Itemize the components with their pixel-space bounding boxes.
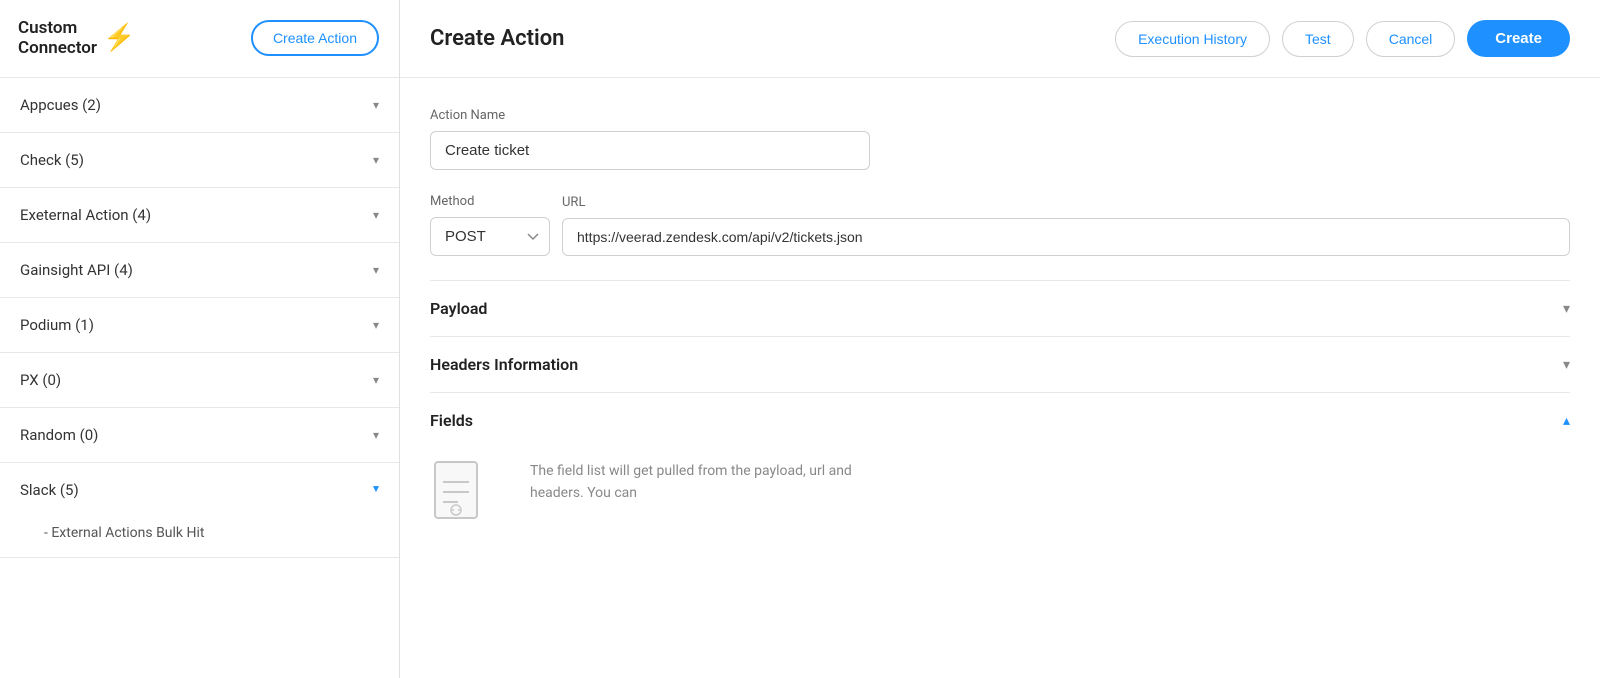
header-actions: Execution History Test Cancel Create	[1115, 20, 1570, 57]
url-group: URL	[562, 195, 1570, 256]
chevron-down-icon: ▾	[373, 263, 379, 277]
sidebar-item-check-header[interactable]: Check (5) ▾	[0, 133, 399, 187]
sidebar-item-appcues-header[interactable]: Appcues (2) ▾	[0, 78, 399, 132]
empty-document-icon	[430, 460, 490, 530]
chevron-down-icon: ▾	[373, 318, 379, 332]
sidebar-item-exeternal-action-header[interactable]: Exeternal Action (4) ▾	[0, 188, 399, 242]
action-name-label: Action Name	[430, 108, 1570, 123]
sidebar-item-slack-header[interactable]: Slack (5) ▴	[0, 463, 399, 517]
fields-hint-text: The field list will get pulled from the …	[530, 450, 890, 505]
chevron-down-icon: ▾	[373, 98, 379, 112]
main-header: Create Action Execution History Test Can…	[400, 0, 1600, 78]
sidebar-item-slack-label: Slack (5)	[20, 481, 79, 499]
sidebar-item-random-label: Random (0)	[20, 426, 98, 444]
payload-header[interactable]: Payload ▾	[430, 299, 1570, 318]
sidebar-item-gainsight-api: Gainsight API (4) ▾	[0, 243, 399, 298]
sidebar-item-podium-header[interactable]: Podium (1) ▾	[0, 298, 399, 352]
execution-history-button[interactable]: Execution History	[1115, 21, 1270, 57]
sidebar-item-podium: Podium (1) ▾	[0, 298, 399, 353]
empty-fields-icon-area	[430, 460, 490, 530]
chevron-down-icon: ▾	[373, 428, 379, 442]
headers-information-section: Headers Information ▾	[430, 336, 1570, 392]
fields-content: The field list will get pulled from the …	[430, 450, 1570, 530]
method-select[interactable]: GET POST PUT PATCH DELETE	[430, 217, 550, 256]
chevron-down-icon: ▾	[373, 208, 379, 222]
payload-chevron-down-icon: ▾	[1563, 301, 1570, 317]
headers-information-title: Headers Information	[430, 355, 578, 374]
sidebar: CustomConnector ⚡ Create Action Appcues …	[0, 0, 400, 678]
sidebar-item-slack: Slack (5) ▴ - External Actions Bulk Hit	[0, 463, 399, 558]
sidebar-sub-item-external-actions-bulk-hit[interactable]: - External Actions Bulk Hit	[24, 517, 399, 549]
method-label: Method	[430, 194, 550, 209]
payload-section: Payload ▾	[430, 280, 1570, 336]
sidebar-slack-sub-items: - External Actions Bulk Hit	[0, 517, 399, 557]
create-button[interactable]: Create	[1467, 20, 1570, 57]
cancel-button[interactable]: Cancel	[1366, 21, 1456, 57]
fields-section: Fields ▴ The field list will get pulled	[430, 392, 1570, 548]
sidebar-item-px-label: PX (0)	[20, 371, 61, 389]
sidebar-item-random-header[interactable]: Random (0) ▾	[0, 408, 399, 462]
payload-title: Payload	[430, 299, 487, 318]
sidebar-item-exeternal-action: Exeternal Action (4) ▾	[0, 188, 399, 243]
brand-icon: ⚡	[103, 23, 135, 53]
fields-chevron-up-icon: ▴	[1563, 413, 1570, 429]
sidebar-item-appcues-label: Appcues (2)	[20, 96, 101, 114]
sidebar-item-gainsight-api-label: Gainsight API (4)	[20, 261, 133, 279]
test-button[interactable]: Test	[1282, 21, 1354, 57]
method-url-row: Method GET POST PUT PATCH DELETE URL	[430, 194, 1570, 256]
headers-information-header[interactable]: Headers Information ▾	[430, 355, 1570, 374]
url-input[interactable]	[562, 218, 1570, 256]
method-group: Method GET POST PUT PATCH DELETE	[430, 194, 550, 256]
sidebar-item-appcues: Appcues (2) ▾	[0, 78, 399, 133]
action-name-section: Action Name	[430, 108, 1570, 170]
fields-title: Fields	[430, 411, 473, 430]
sidebar-list: Appcues (2) ▾ Check (5) ▾ Exeternal Acti…	[0, 78, 399, 678]
sidebar-item-gainsight-api-header[interactable]: Gainsight API (4) ▾	[0, 243, 399, 297]
chevron-down-icon: ▾	[373, 373, 379, 387]
sidebar-item-px: PX (0) ▾	[0, 353, 399, 408]
sidebar-item-random: Random (0) ▾	[0, 408, 399, 463]
main-body: Action Name Method GET POST PUT PATCH DE…	[400, 78, 1600, 678]
sidebar-header: CustomConnector ⚡ Create Action	[0, 0, 399, 78]
url-label: URL	[562, 195, 1570, 210]
action-name-input[interactable]	[430, 131, 870, 170]
fields-header[interactable]: Fields ▴	[430, 411, 1570, 430]
create-action-sidebar-button[interactable]: Create Action	[251, 20, 379, 56]
sidebar-item-px-header[interactable]: PX (0) ▾	[0, 353, 399, 407]
brand-area: CustomConnector ⚡	[18, 18, 135, 59]
sidebar-item-check: Check (5) ▾	[0, 133, 399, 188]
chevron-up-icon: ▴	[373, 483, 379, 497]
sidebar-item-exeternal-action-label: Exeternal Action (4)	[20, 206, 151, 224]
page-title: Create Action	[430, 26, 564, 51]
main-content: Create Action Execution History Test Can…	[400, 0, 1600, 678]
brand-title: CustomConnector	[18, 18, 97, 59]
sidebar-item-podium-label: Podium (1)	[20, 316, 94, 334]
chevron-down-icon: ▾	[373, 153, 379, 167]
sidebar-item-check-label: Check (5)	[20, 151, 84, 169]
headers-chevron-down-icon: ▾	[1563, 357, 1570, 373]
